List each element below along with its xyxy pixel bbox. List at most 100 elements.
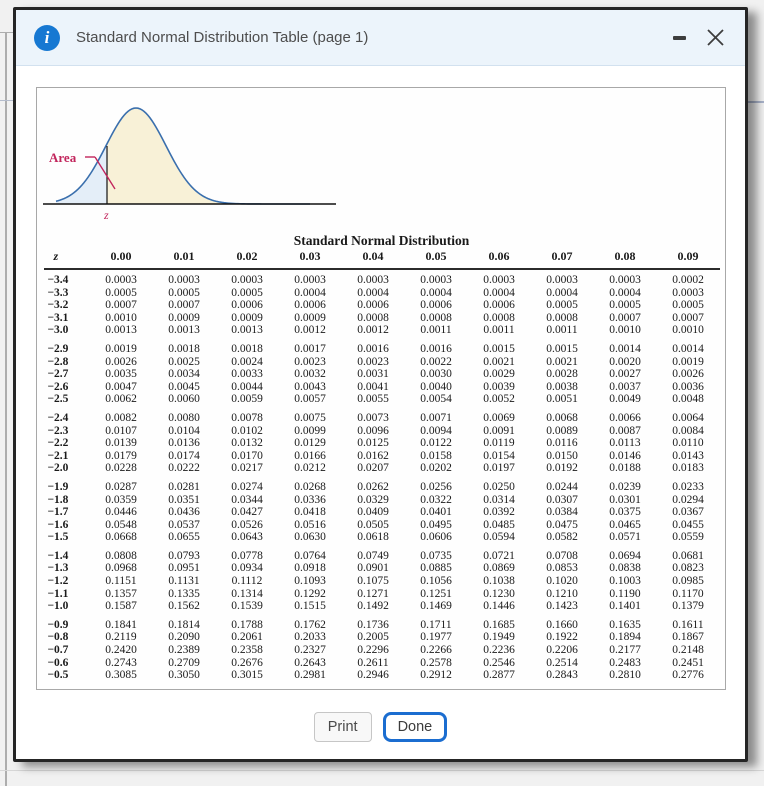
table-cell: 0.0016 [357, 342, 389, 355]
table-cell: 0.0043 [294, 380, 326, 393]
table-cell: 0.0041 [357, 380, 389, 393]
table-cell: 0.0003 [609, 274, 641, 286]
table-cell: 0.0009 [168, 311, 200, 324]
table-cell: 0.1112 [231, 575, 263, 588]
table-cell: 0.0025 [168, 355, 200, 368]
row-label: −1.9 [47, 480, 69, 493]
table-cell: 0.2709 [168, 656, 200, 669]
print-button[interactable]: Print [313, 712, 372, 742]
table-cell: 0.0192 [546, 462, 578, 475]
table-cell: 0.0011 [483, 324, 515, 337]
table-cell: 0.0008 [546, 311, 578, 324]
table-cell: 0.0028 [546, 368, 578, 381]
table-cell: 0.1210 [546, 587, 578, 600]
table-cell: 0.0301 [609, 493, 641, 506]
table-cell: 0.0003 [546, 274, 578, 286]
znd-table: Standard Normal Distribution z 0.00 0.01 0.… [43, 233, 720, 689]
table-cell: 0.0322 [420, 493, 452, 506]
minimize-icon [672, 35, 686, 40]
table-cell: 0.0027 [609, 368, 641, 381]
table-cell: 0.1038 [483, 575, 515, 588]
table-cell: 0.1492 [357, 600, 389, 613]
done-button[interactable]: Done [382, 712, 448, 742]
table-cell: 0.0069 [483, 411, 515, 424]
table-cell: 0.0294 [672, 493, 704, 506]
table-cell: 0.0003 [105, 274, 137, 286]
row-label: −1.2 [47, 575, 69, 588]
table-cell: 0.0099 [294, 424, 326, 437]
table-cell: 0.0455 [672, 518, 704, 531]
row-label: −1.3 [47, 562, 69, 575]
table-cell: 0.0113 [609, 437, 641, 450]
table-cell: 0.0104 [168, 424, 200, 437]
table-cell: 0.0170 [231, 449, 263, 462]
table-cell: 0.0268 [294, 480, 326, 493]
table-cell: 0.0735 [420, 549, 452, 562]
row-label: −0.9 [47, 618, 69, 631]
table-cell: 0.1788 [231, 618, 263, 631]
row-label: −2.4 [47, 411, 69, 424]
table-cell: 0.2236 [483, 644, 515, 657]
table-cell: 0.0217 [231, 462, 263, 475]
table-cell: 0.0274 [231, 480, 263, 493]
table-row: −1.6 0.0548 0.0537 0.0526 0.0516 0.0505 0.0495… [44, 519, 720, 532]
row-label: −2.3 [47, 424, 69, 437]
table-row: −3.2 0.0007 0.0007 0.0006 0.0006 0.0006 0.0006… [44, 299, 720, 312]
table-cell: 0.0409 [357, 506, 389, 519]
table-cell: 0.0918 [294, 562, 326, 575]
table-cell: 0.0351 [168, 493, 200, 506]
table-cell: 0.0094 [420, 424, 452, 437]
table-cell: 0.1446 [483, 600, 515, 613]
table-title: Standard Normal Distribution [293, 233, 470, 248]
table-cell: 0.3228 [468, 682, 531, 689]
background-line-left [0, 100, 13, 101]
table-cell: 0.0007 [672, 311, 704, 324]
table-cell: 0.0068 [546, 411, 578, 424]
table-cell: 0.2810 [609, 669, 641, 682]
table-title-row: Standard Normal Distribution [44, 233, 720, 249]
col-header: 0.07 [530, 249, 594, 270]
table-cell: 0.0643 [231, 531, 263, 544]
table-cell: 0.1515 [294, 600, 326, 613]
table-cell: 0.2389 [168, 644, 200, 657]
table-cell: 0.2546 [483, 656, 515, 669]
close-button[interactable] [703, 26, 727, 50]
table-cell: 0.1611 [672, 618, 704, 631]
row-label: −2.6 [47, 380, 69, 393]
table-cell: 0.1949 [483, 631, 515, 644]
table-cell: 0.0004 [357, 286, 389, 299]
table-cell: 0.0808 [105, 549, 137, 562]
table-cell: 0.3050 [168, 669, 200, 682]
table-cell: 0.0057 [294, 393, 326, 406]
table-cell: 0.2643 [294, 656, 326, 669]
table-cell: 0.0136 [168, 437, 200, 450]
table-cell: 0.0005 [609, 299, 641, 312]
table-cell: 0.0207 [357, 462, 389, 475]
table-cell: 0.1562 [168, 600, 200, 613]
area-label: Area [49, 150, 77, 165]
table-row: −3.0 0.0013 0.0013 0.0013 0.0012 0.0012 0.0011… [44, 324, 720, 337]
col-header: 0.05 [404, 249, 468, 270]
table-row: −2.5 0.0062 0.0060 0.0059 0.0057 0.0055 0.0054… [44, 393, 720, 406]
table-cell: 0.0239 [609, 480, 641, 493]
minimize-button[interactable] [669, 26, 689, 50]
table-cell: 0.0023 [357, 355, 389, 368]
table-cell: 0.0548 [105, 518, 137, 531]
table-cell: 0.2420 [105, 644, 137, 657]
table-cell: 0.0006 [294, 299, 326, 312]
table-cell: 0.1977 [420, 631, 452, 644]
table-cell: 0.2148 [672, 644, 704, 657]
table-row: −1.3 0.0968 0.0951 0.0934 0.0918 0.0901 0.0885… [44, 562, 720, 575]
table-row: −0.7 0.2420 0.2389 0.2358 0.2327 0.2296 0.2266… [44, 644, 720, 657]
row-label: −3.2 [47, 299, 69, 312]
table-cell: 0.0162 [357, 449, 389, 462]
row-label: −2.0 [47, 462, 69, 475]
table-cell: 0.0329 [357, 493, 389, 506]
dialog-titlebar[interactable]: i Standard Normal Distribution Table (pa… [16, 10, 745, 66]
table-cell: 0.0036 [672, 380, 704, 393]
row-label: −0.4 [44, 682, 90, 689]
table-cell: 0.1469 [420, 600, 452, 613]
table-cell: 0.0082 [105, 411, 137, 424]
table-cell: 0.0054 [420, 393, 452, 406]
table-cell: 0.0034 [168, 368, 200, 381]
